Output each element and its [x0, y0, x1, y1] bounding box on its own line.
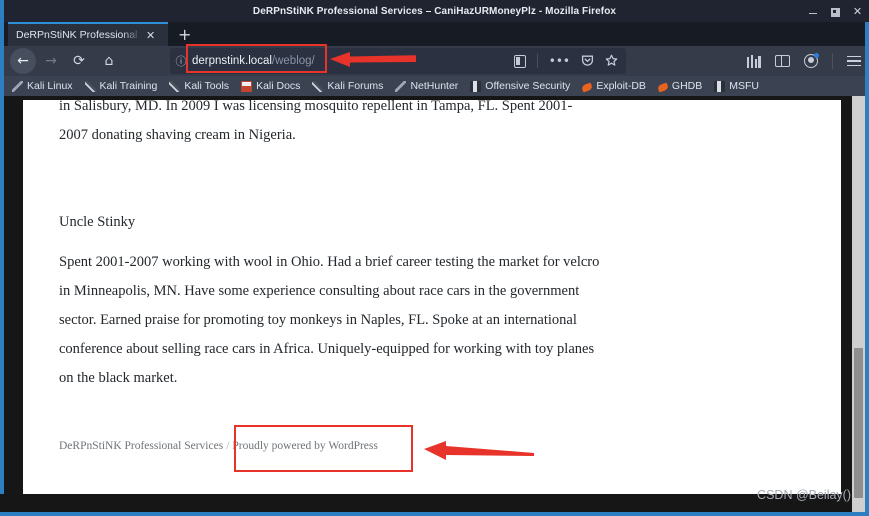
bookmarks-toolbar: Kali Linux Kali Training Kali Tools Kali… — [0, 76, 869, 96]
page-viewport: in Salisbury, MD. In 2009 I was licensin… — [0, 96, 869, 514]
window-controls: ✕ — [808, 0, 863, 22]
url-host: derpnstink.local — [192, 55, 272, 67]
bookmark-ghdb[interactable]: GHDB — [657, 80, 703, 92]
account-icon[interactable] — [804, 53, 819, 68]
bookmark-label: Kali Tools — [184, 80, 230, 92]
bookmark-star-icon[interactable] — [605, 54, 618, 69]
footer-site-name[interactable]: DeRPnStiNK Professional Services — [59, 440, 223, 452]
window-left-accent — [0, 0, 4, 494]
bookmark-kali-forums[interactable]: Kali Forums — [312, 80, 383, 92]
bookmark-label: Exploit-DB — [596, 80, 646, 92]
window-title: DeRPnStiNK Professional Services – CaniH… — [252, 5, 617, 17]
dragon-icon — [12, 80, 23, 92]
url-path: /weblog/ — [271, 55, 315, 67]
flame-icon — [657, 82, 669, 92]
bookmark-kali-tools[interactable]: Kali Tools — [169, 80, 229, 92]
new-tab-button[interactable]: + — [178, 27, 191, 43]
bookmark-label: Kali Linux — [27, 80, 73, 92]
brush-icon — [312, 80, 324, 92]
forward-arrow-icon[interactable]: → — [38, 48, 64, 74]
page-scrollbar[interactable] — [852, 96, 865, 514]
window-bottom-accent — [0, 512, 869, 516]
bookmark-nethunter[interactable]: NetHunter — [395, 80, 458, 92]
brush-icon — [84, 80, 96, 92]
scrollbar-thumb[interactable] — [854, 348, 863, 498]
sidebar-toggle-icon[interactable] — [775, 55, 790, 67]
bookmark-kali-training[interactable]: Kali Training — [84, 80, 158, 92]
bookmark-label: GHDB — [671, 80, 703, 92]
footer-separator: / — [226, 440, 230, 452]
tab-strip: DeRPnStiNK Professional Se ✕ + — [0, 22, 869, 46]
bookmark-offensive-security[interactable]: Offensive Security — [470, 80, 570, 92]
book-icon — [241, 80, 253, 92]
bookmark-label: NetHunter — [410, 80, 459, 92]
tab-active[interactable]: DeRPnStiNK Professional Se ✕ — [8, 22, 168, 46]
reader-view-icon[interactable] — [513, 54, 526, 68]
bookmark-label: Offensive Security — [485, 80, 571, 92]
post-paragraph-body: Spent 2001-2007 working with wool in Ohi… — [59, 254, 600, 386]
tab-title: DeRPnStiNK Professional Se — [16, 29, 142, 41]
bookmark-kali-docs[interactable]: Kali Docs — [241, 80, 300, 92]
page-actions-ellipsis-icon[interactable]: ••• — [549, 55, 570, 67]
title-bar: DeRPnStiNK Professional Services – CaniH… — [0, 0, 869, 22]
reload-icon[interactable]: ⟳ — [66, 48, 92, 74]
bookmark-label: Kali Docs — [256, 80, 301, 92]
pocket-icon[interactable] — [581, 54, 594, 69]
firefox-window: DeRPnStiNK Professional Services – CaniH… — [0, 0, 869, 516]
url-divider — [536, 54, 538, 68]
bookmark-msfu[interactable]: MSFU — [714, 80, 759, 92]
site-info-icon[interactable]: ⓘ — [170, 53, 192, 69]
window-right-accent — [865, 22, 869, 514]
home-icon[interactable]: ⌂ — [96, 48, 122, 74]
url-text: derpnstink.local/weblog/ — [192, 55, 315, 67]
metasploit-icon — [470, 80, 482, 92]
hamburger-menu-icon[interactable] — [847, 55, 861, 67]
close-tab-icon[interactable]: ✕ — [146, 30, 155, 41]
toolbar-divider — [832, 53, 833, 69]
blog-content-card: in Salisbury, MD. In 2009 I was licensin… — [23, 98, 841, 494]
flame-icon — [581, 82, 594, 92]
bookmark-kali-linux[interactable]: Kali Linux — [12, 80, 73, 92]
footer-powered-by-link[interactable]: Proudly powered by WordPress — [232, 440, 377, 452]
library-icon[interactable] — [747, 54, 761, 68]
bookmark-label: Kali Training — [99, 80, 158, 92]
toolbar-right-actions — [747, 46, 861, 76]
back-arrow-icon[interactable]: ← — [10, 48, 36, 74]
post-signature: Uncle Stinky — [59, 214, 136, 230]
account-notification-dot — [814, 53, 819, 58]
url-bar-actions: ••• — [513, 54, 626, 69]
csdn-watermark: CSDN @Beilay() — [757, 488, 851, 502]
bookmark-exploit-db[interactable]: Exploit-DB — [581, 80, 646, 92]
metasploit-icon — [714, 80, 726, 92]
post-paragraph-top: in Salisbury, MD. In 2009 I was licensin… — [59, 98, 573, 143]
brush-icon — [169, 80, 181, 92]
site-footer: DeRPnStiNK Professional Services / Proudly… — [59, 440, 378, 452]
url-bar[interactable]: ⓘ derpnstink.local/weblog/ ••• — [170, 48, 626, 74]
close-window-button[interactable]: ✕ — [852, 6, 863, 17]
minimize-button[interactable] — [808, 6, 819, 17]
bookmark-label: Kali Forums — [327, 80, 384, 92]
dragon-icon — [395, 80, 407, 92]
bookmark-label: MSFU — [729, 80, 760, 92]
maximize-button[interactable] — [830, 6, 841, 17]
